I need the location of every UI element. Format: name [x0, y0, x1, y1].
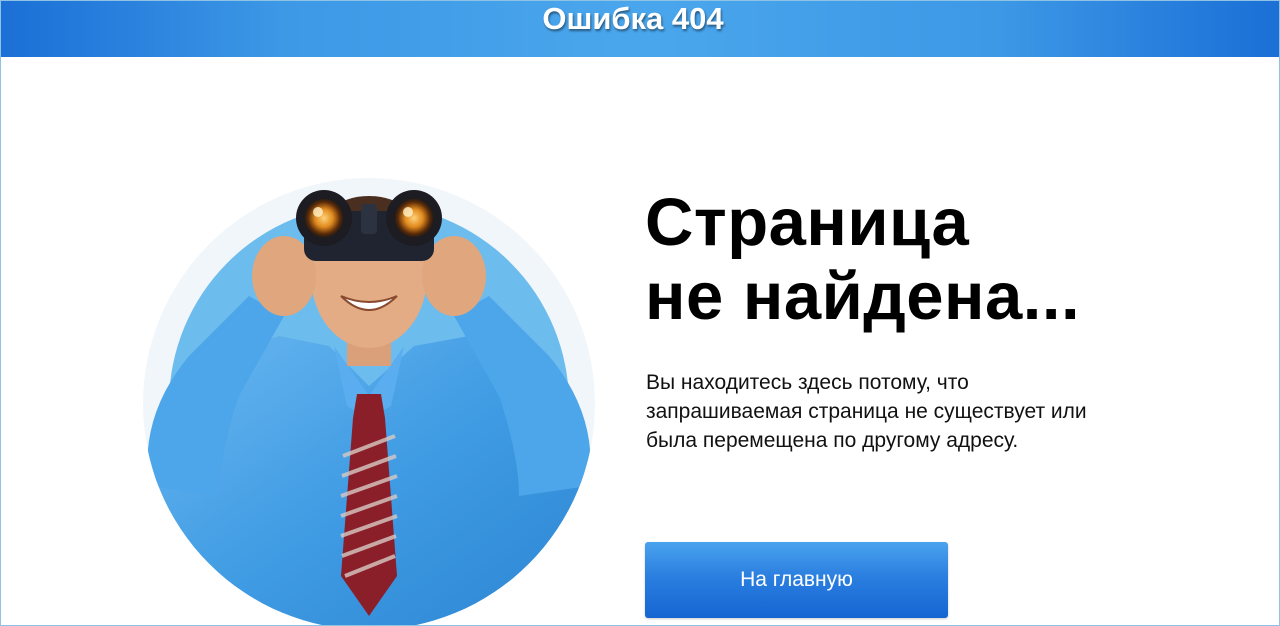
- not-found-heading: Страница не найдена...: [645, 186, 1080, 334]
- error-description: Вы находитесь здесь потому, что запрашив…: [646, 371, 1087, 452]
- page-title: Ошибка 404: [542, 1, 724, 36]
- heading-line-1: Страница: [645, 185, 970, 260]
- heading-line-2: не найдена...: [645, 259, 1081, 334]
- home-button[interactable]: На главную: [645, 542, 948, 618]
- page-frame: Ошибка 404 Страница не найдена... Вы нах…: [0, 0, 1280, 626]
- binoculars-man-image: [143, 178, 595, 625]
- man-with-binoculars-illustration: [129, 156, 609, 625]
- page-header: Ошибка 404: [1, 1, 1279, 57]
